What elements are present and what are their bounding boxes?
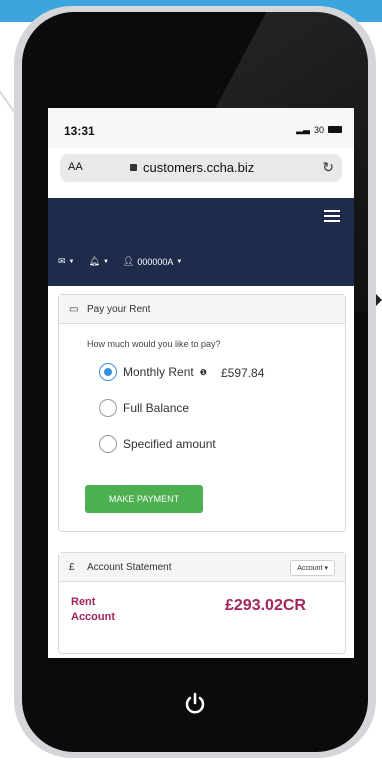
- pay-rent-card: ▭ Pay your Rent How much would you like …: [58, 294, 346, 532]
- pay-rent-header: ▭ Pay your Rent: [59, 295, 345, 324]
- status-bar: 13:31 ▂▃ 30: [48, 108, 354, 148]
- chevron-down-icon: ▼: [68, 258, 75, 265]
- url-text: customers.ccha.biz: [143, 160, 255, 175]
- signal-icon: ▂▃: [296, 124, 310, 134]
- mail-menu[interactable]: ✉ ▼: [58, 256, 75, 267]
- monthly-rent-amount: £597.84: [221, 366, 265, 380]
- status-time: 13:31: [64, 124, 95, 138]
- radio-monthly-rent[interactable]: [99, 363, 117, 381]
- option-label: Full Balance: [123, 401, 190, 415]
- network-label: 30: [313, 124, 324, 135]
- pay-question: How much would you like to pay?: [87, 339, 221, 349]
- rent-account-amount: £293.02CR: [225, 597, 306, 614]
- make-payment-button[interactable]: MAKE PAYMENT: [85, 485, 203, 513]
- status-indicators: ▂▃ 30: [296, 124, 342, 135]
- mail-icon: ✉: [58, 256, 66, 266]
- power-icon[interactable]: [183, 692, 207, 716]
- option-label: Monthly Rent: [123, 365, 194, 379]
- account-id: 000000A: [137, 256, 174, 267]
- rent-account-label: Rent Account: [71, 596, 115, 623]
- chevron-down-icon: ▼: [102, 258, 109, 265]
- url-display[interactable]: customers.ccha.biz: [130, 160, 254, 175]
- account-dropdown[interactable]: Account ▾: [290, 560, 335, 576]
- option-full-balance[interactable]: Full Balance: [99, 399, 189, 417]
- option-specified-amount[interactable]: Specified amount: [99, 435, 216, 453]
- bell-icon: 🔔︎: [88, 256, 100, 266]
- top-navbar: ✉ ▼ 🔔︎ ▼ 👤︎ 000000A ▼: [48, 198, 354, 286]
- account-dropdown-label: Account: [297, 564, 323, 572]
- radio-full-balance[interactable]: [99, 399, 117, 417]
- pay-rent-title: Pay your Rent: [87, 304, 151, 315]
- lock-icon: [130, 164, 137, 171]
- menu-icon[interactable]: [324, 210, 340, 225]
- chevron-down-icon: ▼: [176, 258, 183, 265]
- user-icon: 👤︎: [122, 256, 135, 266]
- phone-screen: 13:31 ▂▃ 30 AA customers.ccha.biz ↻ ✉▼: [48, 108, 354, 658]
- card-icon: ▭: [69, 304, 79, 315]
- url-bar[interactable]: AA customers.ccha.biz ↻: [60, 154, 342, 182]
- pound-icon: £: [69, 562, 75, 573]
- account-menu[interactable]: 👤︎ 000000A ▼: [123, 256, 182, 267]
- reload-icon[interactable]: ↻: [322, 159, 334, 176]
- option-label: Specified amount: [123, 437, 216, 451]
- phone-body: 13:31 ▂▃ 30 AA customers.ccha.biz ↻ ✉▼: [22, 12, 368, 752]
- chevron-down-icon: ▾: [324, 565, 328, 572]
- info-icon[interactable]: ❶: [200, 368, 207, 377]
- radio-specified-amount[interactable]: [99, 435, 117, 453]
- battery-icon: [328, 126, 342, 133]
- option-monthly-rent[interactable]: Monthly Rent ❶: [99, 363, 207, 381]
- text-size-button[interactable]: AA: [68, 161, 83, 173]
- account-statement-card: £ Account Statement Account ▾ Rent Accou…: [58, 552, 346, 654]
- account-statement-title: Account Statement: [87, 562, 172, 573]
- nav-icons: ✉ ▼ 🔔︎ ▼ 👤︎ 000000A ▼: [58, 256, 182, 267]
- notifications-menu[interactable]: 🔔︎ ▼: [89, 256, 109, 267]
- account-statement-header: £ Account Statement Account ▾: [59, 553, 345, 582]
